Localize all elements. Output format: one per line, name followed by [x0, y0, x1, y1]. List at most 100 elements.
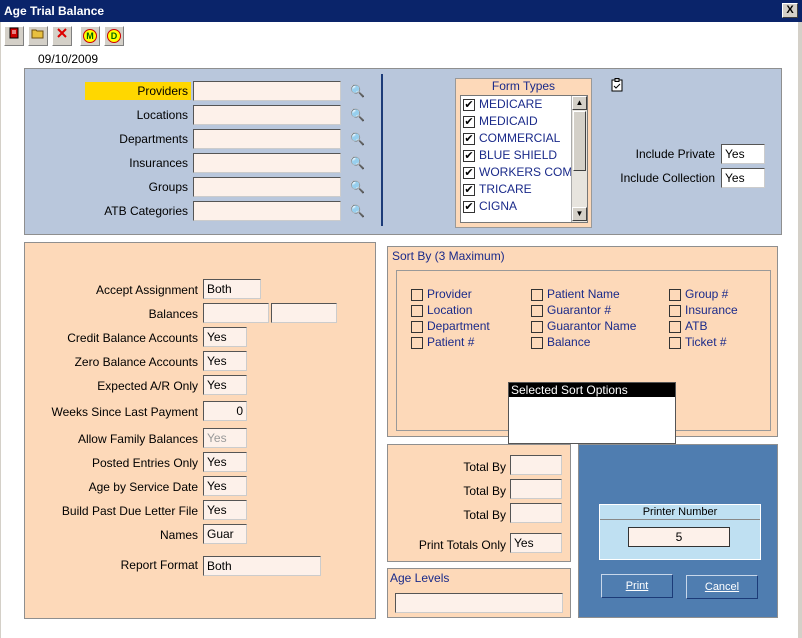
- filter-label-groups: Groups: [148, 180, 188, 194]
- sort-option-ticket-number[interactable]: Ticket #: [669, 334, 727, 350]
- total-by-input-1[interactable]: [510, 455, 562, 475]
- names-input[interactable]: Guar: [203, 524, 247, 544]
- report-format-label: Report Format: [120, 558, 198, 572]
- groups-input[interactable]: [193, 177, 341, 197]
- search-icon[interactable]: 🔍: [350, 180, 365, 194]
- sort-option-label: Location: [427, 303, 473, 317]
- checkbox-checked-icon[interactable]: ✔: [463, 149, 475, 162]
- print-totals-only-input[interactable]: Yes: [510, 533, 562, 553]
- checkbox-icon[interactable]: [669, 320, 681, 333]
- sort-option-guarantor-name[interactable]: Guarantor Name: [531, 318, 636, 334]
- include-collection-input[interactable]: Yes: [721, 168, 765, 188]
- scroll-down-icon[interactable]: ▼: [572, 207, 587, 221]
- form-type-item[interactable]: ✔ MEDICAID: [463, 113, 538, 130]
- sort-option-group-number[interactable]: Group #: [669, 286, 728, 302]
- balances-to-input[interactable]: [271, 303, 337, 323]
- form-type-item[interactable]: ✔ MEDICARE: [463, 96, 542, 113]
- locations-input[interactable]: [193, 105, 341, 125]
- past-due-letter-input[interactable]: Yes: [203, 500, 247, 520]
- sort-option-balance[interactable]: Balance: [531, 334, 590, 350]
- total-by-input-3[interactable]: [510, 503, 562, 523]
- close-button[interactable]: X: [782, 3, 798, 18]
- sort-option-location[interactable]: Location: [411, 302, 472, 318]
- print-button[interactable]: Print: [601, 574, 673, 598]
- sort-option-department[interactable]: Department: [411, 318, 490, 334]
- checkbox-icon[interactable]: [411, 336, 423, 349]
- open-folder-icon[interactable]: [28, 26, 48, 46]
- checkbox-checked-icon[interactable]: ✔: [463, 183, 475, 196]
- form-type-item[interactable]: ✔ CIGNA: [463, 198, 517, 215]
- search-icon[interactable]: 🔍: [350, 132, 365, 146]
- checkbox-icon[interactable]: [531, 288, 543, 301]
- form-types-list[interactable]: ✔ MEDICARE ✔ MEDICAID ✔ COMMERCIAL ✔ BLUE SH…: [460, 95, 588, 223]
- m-icon[interactable]: M: [80, 26, 100, 46]
- scroll-up-icon[interactable]: ▲: [572, 96, 587, 110]
- atb-categories-input[interactable]: [193, 201, 341, 221]
- providers-input[interactable]: [193, 81, 341, 101]
- credit-balance-input[interactable]: Yes: [203, 327, 247, 347]
- cancel-button[interactable]: Cancel: [686, 575, 758, 599]
- report-date: 09/10/2009: [38, 52, 99, 66]
- search-icon[interactable]: 🔍: [350, 108, 365, 122]
- checkbox-checked-icon[interactable]: ✔: [463, 166, 475, 179]
- total-by-label: Total By: [463, 460, 506, 474]
- sort-option-guarantor-number[interactable]: Guarantor #: [531, 302, 611, 318]
- checkbox-icon[interactable]: [669, 304, 681, 317]
- sort-option-patient-number[interactable]: Patient #: [411, 334, 474, 350]
- filter-label-locations: Locations: [136, 108, 188, 122]
- posted-entries-label: Posted Entries Only: [91, 456, 198, 470]
- zero-balance-input[interactable]: Yes: [203, 351, 247, 371]
- sort-option-insurance[interactable]: Insurance: [669, 302, 738, 318]
- posted-entries-input[interactable]: Yes: [203, 452, 247, 472]
- sort-option-label: Guarantor Name: [547, 319, 637, 333]
- checkbox-icon[interactable]: [531, 304, 543, 317]
- form-types-scrollbar[interactable]: ▲ ▼: [571, 96, 587, 222]
- sort-option-patient-name[interactable]: Patient Name: [531, 286, 620, 302]
- balances-from-input[interactable]: [203, 303, 269, 323]
- departments-input[interactable]: [193, 129, 341, 149]
- accept-assignment-input[interactable]: Both: [203, 279, 261, 299]
- form-type-item[interactable]: ✔ TRICARE: [463, 181, 532, 198]
- include-private-label: Include Private: [635, 147, 715, 161]
- age-levels-input[interactable]: [395, 593, 563, 613]
- sort-option-provider[interactable]: Provider: [411, 286, 472, 302]
- form-type-item[interactable]: ✔ WORKERS COM: [463, 164, 572, 181]
- sort-option-atb[interactable]: ATB: [669, 318, 707, 334]
- search-icon[interactable]: 🔍: [350, 84, 365, 98]
- scroll-thumb[interactable]: [573, 111, 586, 171]
- d-icon[interactable]: D: [104, 26, 124, 46]
- delete-icon[interactable]: [52, 26, 72, 46]
- age-levels-title: Age Levels: [390, 571, 450, 585]
- checkbox-checked-icon[interactable]: ✔: [463, 132, 475, 145]
- totals-panel: Total By Total By Total By Print Totals …: [387, 444, 571, 562]
- total-by-label: Total By: [463, 484, 506, 498]
- age-by-service-input[interactable]: Yes: [203, 476, 247, 496]
- search-icon[interactable]: 🔍: [350, 156, 365, 170]
- checkbox-checked-icon[interactable]: ✔: [463, 115, 475, 128]
- checkbox-icon[interactable]: [411, 288, 423, 301]
- clipboard-check-icon[interactable]: [611, 78, 623, 95]
- filter-separator: [381, 74, 383, 226]
- checkbox-icon[interactable]: [669, 288, 681, 301]
- selected-sort-options-list[interactable]: Selected Sort Options: [508, 382, 676, 444]
- checkbox-checked-icon[interactable]: ✔: [463, 200, 475, 213]
- checkbox-icon[interactable]: [411, 304, 423, 317]
- weeks-since-payment-input[interactable]: 0: [203, 401, 247, 421]
- expected-ar-input[interactable]: Yes: [203, 375, 247, 395]
- selected-sort-options-header: Selected Sort Options: [509, 383, 675, 397]
- include-private-input[interactable]: Yes: [721, 144, 765, 164]
- checkbox-icon[interactable]: [531, 320, 543, 333]
- search-icon[interactable]: 🔍: [350, 204, 365, 218]
- checkbox-checked-icon[interactable]: ✔: [463, 98, 475, 111]
- checkbox-icon[interactable]: [669, 336, 681, 349]
- form-type-item[interactable]: ✔ BLUE SHIELD: [463, 147, 557, 164]
- checkbox-icon[interactable]: [531, 336, 543, 349]
- allow-family-balances-label: Allow Family Balances: [77, 432, 198, 446]
- form-type-item[interactable]: ✔ COMMERCIAL: [463, 130, 560, 147]
- checkbox-icon[interactable]: [411, 320, 423, 333]
- insurances-input[interactable]: [193, 153, 341, 173]
- report-icon[interactable]: [4, 26, 24, 46]
- total-by-input-2[interactable]: [510, 479, 562, 499]
- report-format-input[interactable]: Both: [203, 556, 321, 576]
- printer-number-input[interactable]: 5: [628, 527, 730, 547]
